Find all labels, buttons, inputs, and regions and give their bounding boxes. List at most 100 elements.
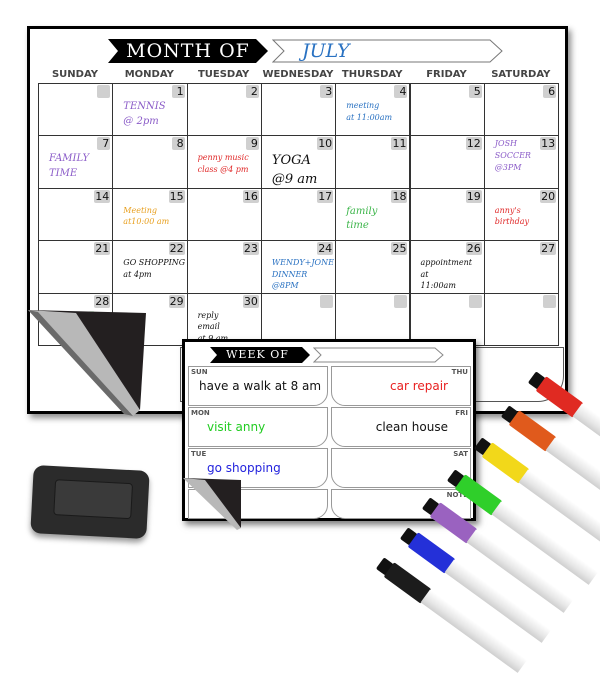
planner-page-curl [183, 478, 241, 530]
calendar-day-cell[interactable]: 9 penny music class @4 pm [186, 135, 262, 189]
day-number [320, 294, 334, 308]
day-number: 18 [391, 189, 408, 203]
week-slot-mon[interactable]: MON visit anny [188, 407, 328, 447]
day-note: appointment at 11:00am [420, 258, 472, 291]
day-note: penny music class @4 pm [197, 153, 249, 174]
month-value[interactable]: JULY [282, 39, 482, 63]
calendar-day-cell[interactable]: 7 FAMILY TIME [38, 135, 114, 189]
calendar-day-cell[interactable]: 27 [483, 240, 560, 294]
day-number: 10 [317, 137, 334, 151]
day-number: 6 [543, 85, 557, 98]
calendar-day-cell[interactable]: 2 [186, 83, 262, 137]
week-slot-sun[interactable]: SUN have a walk at 8 am [188, 366, 328, 406]
day-number: 22 [168, 242, 185, 256]
day-number: 7 [97, 137, 111, 151]
day-number: 26 [465, 242, 482, 256]
calendar-day-cell[interactable]: 13 JOSH SOCCER @3PM [483, 135, 560, 189]
week-slot-thu[interactable]: THU car repair [331, 366, 471, 406]
day-note: TENNIS @ 2pm [123, 101, 166, 127]
calendar-day-cell[interactable]: 22 GO SHOPPING at 4pm [112, 240, 188, 294]
day-number: 4 [394, 85, 408, 98]
day-note: Meeting at10:00 am [123, 205, 170, 227]
day-note: WENDY+JONE DINNER @8PM [271, 258, 334, 291]
yellow-marker[interactable] [473, 436, 600, 553]
month-label: MONTH OF [126, 40, 250, 62]
calendar-day-cell[interactable]: 19 [409, 187, 485, 242]
day-note: JOSH SOCCER @3PM [494, 139, 531, 172]
day-number: 27 [540, 242, 557, 256]
weekday-header-friday: FRIDAY [426, 69, 467, 80]
day-number: 12 [465, 137, 482, 151]
calendar-day-cell[interactable] [260, 292, 337, 346]
calendar-day-cell[interactable]: 20 anny's birthday [483, 187, 560, 242]
day-number: 23 [242, 242, 259, 256]
day-number [394, 294, 408, 308]
weekday-header-saturday: SATURDAY [491, 69, 551, 80]
day-number: 15 [168, 189, 185, 203]
calendar-day-cell[interactable]: 17 [260, 187, 337, 242]
day-number: 20 [540, 189, 557, 203]
week-slot-fri[interactable]: FRI clean house [331, 407, 471, 447]
day-note: anny's birthday [494, 205, 530, 227]
calendar-day-cell[interactable]: 8 [112, 135, 188, 189]
day-number: 16 [242, 189, 259, 203]
day-note: meeting at 11:00am [346, 101, 393, 122]
day-number: 25 [391, 242, 408, 256]
week-slot-text: go shopping [207, 461, 281, 475]
day-number: 30 [242, 294, 259, 308]
magnetic-eraser[interactable] [30, 465, 150, 539]
magnetic-page-curl [28, 310, 146, 416]
day-number: 3 [320, 85, 334, 98]
day-note: family time [346, 205, 378, 232]
day-number: 24 [317, 242, 334, 256]
day-note: FAMILY TIME [49, 153, 90, 179]
calendar-day-cell[interactable] [38, 83, 114, 137]
calendar-day-cell[interactable]: 11 [335, 135, 411, 189]
week-slot-day-label: FRI [455, 409, 468, 417]
day-note: GO SHOPPING at 4pm [123, 258, 186, 279]
week-slot-text: visit anny [207, 420, 266, 434]
calendar-day-cell[interactable] [335, 292, 411, 346]
day-note: YOGA @9 am [271, 153, 318, 188]
calendar-day-cell[interactable]: 18 family time [335, 187, 411, 242]
calendar-day-cell[interactable]: 16 [186, 187, 262, 242]
day-number [97, 85, 111, 98]
calendar-day-cell[interactable]: 6 [483, 83, 560, 137]
day-number: 1 [171, 85, 185, 98]
week-slot-text: car repair [390, 379, 448, 393]
calendar-day-cell[interactable]: 26 appointment at 11:00am [409, 240, 485, 294]
day-number: 14 [94, 189, 111, 203]
calendar-day-cell[interactable]: 5 [409, 83, 485, 137]
calendar-day-cell[interactable]: 1 TENNIS @ 2pm [112, 83, 188, 137]
calendar-day-cell[interactable]: 24 WENDY+JONE DINNER @8PM [260, 240, 337, 294]
weekday-header-tuesday: TUESDAY [197, 69, 250, 80]
day-number: 9 [245, 137, 259, 151]
calendar-day-cell[interactable]: 14 [38, 187, 114, 242]
calendar-day-cell[interactable]: 15 Meeting at10:00 am [112, 187, 188, 242]
calendar-day-cell[interactable] [409, 292, 485, 346]
day-number: 17 [317, 189, 334, 203]
day-number [468, 294, 482, 308]
calendar-day-cell[interactable]: 3 [260, 83, 337, 137]
calendar-day-cell[interactable]: 21 [38, 240, 114, 294]
day-number: 28 [94, 294, 111, 308]
weekday-header-sunday: SUNDAY [51, 69, 98, 80]
eraser-top [53, 479, 134, 520]
day-number: 19 [465, 189, 482, 203]
calendar-day-cell[interactable]: 12 [409, 135, 485, 189]
weekday-header-thursday: THURSDAY [341, 69, 403, 80]
day-number [543, 294, 557, 308]
week-slot-text: have a walk at 8 am [199, 379, 322, 393]
calendar-day-cell[interactable]: 30replyemailat 9 am [186, 292, 262, 346]
calendar-day-cell[interactable]: 4 meeting at 11:00am [335, 83, 411, 137]
week-value-banner[interactable] [313, 347, 445, 363]
day-number: 29 [168, 294, 185, 308]
week-slot-day-label: MON [191, 409, 210, 417]
calendar-day-cell[interactable]: 25 [335, 240, 411, 294]
calendar-day-cell[interactable]: 23 [186, 240, 262, 294]
day-number: 5 [468, 85, 482, 98]
calendar-day-cell[interactable] [483, 292, 560, 346]
week-slot-day-label: SAT [453, 450, 468, 458]
weekday-header-monday: MONDAY [124, 69, 174, 80]
calendar-day-cell[interactable]: 10 YOGA @9 am [260, 135, 337, 189]
